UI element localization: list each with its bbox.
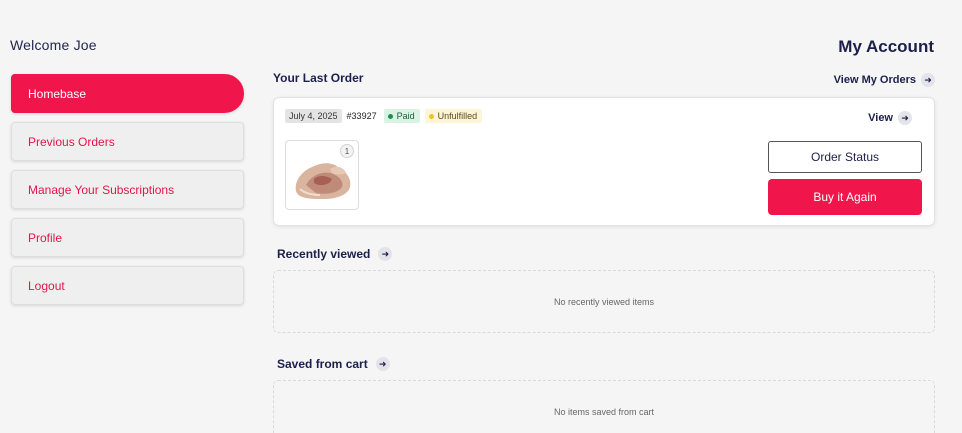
page-title: My Account [838, 37, 934, 56]
last-order-title: Your Last Order [273, 71, 364, 85]
saved-from-cart-title: Saved from cart [277, 357, 368, 371]
arrow-right-circle-icon: ➜ [378, 247, 393, 261]
product-thumbnail[interactable]: 1 [285, 140, 359, 210]
sidebar-item-label: Logout [28, 278, 65, 293]
order-date: July 4, 2025 [285, 109, 342, 123]
recently-viewed-empty-text: No recently viewed items [553, 296, 655, 307]
sidebar-item-subscriptions[interactable]: Manage Your Subscriptions [11, 170, 244, 209]
recently-viewed-empty-state: No recently viewed items [273, 270, 935, 333]
arrow-right-circle-icon: ➜ [898, 111, 912, 125]
sidebar-item-homebase[interactable]: Homebase [11, 74, 244, 113]
order-number: #33927 [346, 111, 377, 121]
view-order-link[interactable]: View ➜ [868, 111, 912, 125]
arrow-right-circle-icon: ➜ [921, 73, 935, 87]
arrow-right-circle-icon: ➜ [375, 357, 390, 371]
welcome-message: Welcome Joe [10, 37, 97, 53]
payment-status-label: Paid [396, 111, 415, 121]
view-my-orders-label: View My Orders [833, 74, 916, 86]
sidebar-item-profile[interactable]: Profile [11, 218, 244, 257]
fulfillment-status-label: Unfulfilled [437, 111, 478, 121]
sidebar-item-logout[interactable]: Logout [11, 266, 244, 305]
order-meta: July 4, 2025 #33927 Paid Unfulfilled [285, 109, 483, 123]
view-my-orders-link[interactable]: View My Orders ➜ [834, 73, 935, 87]
last-order-card: July 4, 2025 #33927 Paid Unfulfilled Vie… [273, 97, 935, 226]
recently-viewed-heading[interactable]: Recently viewed ➜ [277, 247, 393, 261]
sidebar-item-previous-orders[interactable]: Previous Orders [11, 122, 244, 161]
payment-status-badge: Paid [383, 109, 420, 123]
saved-from-cart-heading[interactable]: Saved from cart ➜ [277, 357, 390, 371]
saved-from-cart-empty-text: No items saved from cart [553, 406, 655, 417]
buy-it-again-button[interactable]: Buy it Again [768, 179, 922, 215]
last-order-heading: Your Last Order [273, 71, 363, 85]
saved-from-cart-empty-state: No items saved from cart [273, 380, 935, 433]
status-dot-icon [387, 113, 393, 119]
sidebar-item-label: Homebase [28, 86, 87, 101]
sidebar-item-label: Profile [28, 230, 63, 245]
status-dot-icon [428, 113, 434, 119]
recently-viewed-title: Recently viewed [277, 247, 371, 261]
sidebar: Homebase Previous Orders Manage Your Sub… [11, 74, 244, 314]
fulfillment-status-badge: Unfulfilled [424, 109, 483, 123]
sidebar-item-label: Manage Your Subscriptions [28, 182, 175, 197]
view-order-label: View [868, 112, 893, 124]
sidebar-item-label: Previous Orders [28, 134, 115, 149]
item-quantity-badge: 1 [340, 144, 354, 158]
order-status-button[interactable]: Order Status [768, 141, 922, 173]
